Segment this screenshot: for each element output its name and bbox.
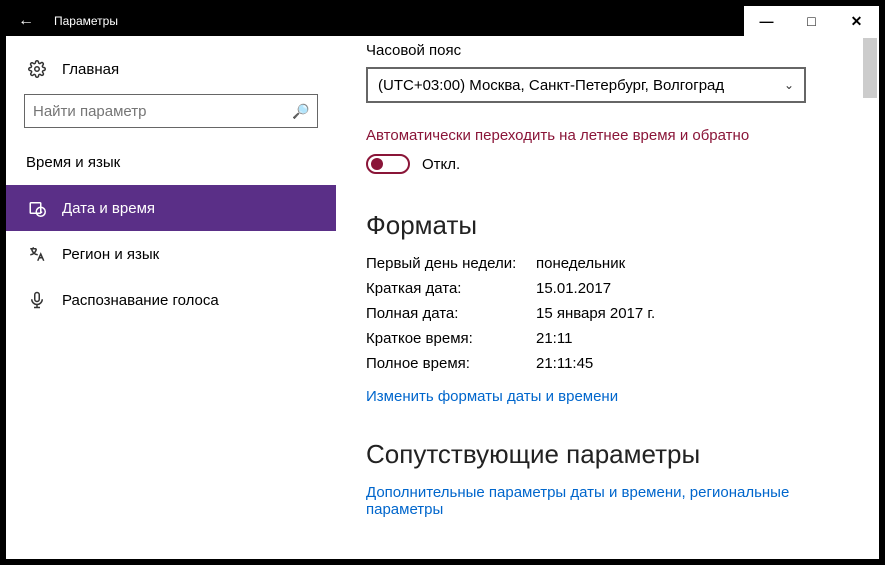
- formats-heading: Форматы: [366, 210, 849, 241]
- sidebar-item-speech[interactable]: Распознавание голоса: [6, 277, 336, 323]
- window-controls: — □ ✕: [744, 6, 879, 36]
- format-key: Полное время:: [366, 355, 536, 372]
- gear-icon: [26, 60, 48, 78]
- timezone-label: Часовой пояс: [366, 42, 849, 59]
- format-row: Краткая дата:15.01.2017: [366, 280, 849, 297]
- window-title: Параметры: [46, 14, 744, 28]
- minimize-button[interactable]: —: [744, 6, 789, 36]
- format-row: Полное время:21:11:45: [366, 355, 849, 372]
- change-formats-link[interactable]: Изменить форматы даты и времени: [366, 388, 618, 405]
- timezone-dropdown[interactable]: (UTC+03:00) Москва, Санкт-Петербург, Вол…: [366, 67, 806, 103]
- sidebar-item-date-time[interactable]: Дата и время: [6, 185, 336, 231]
- category-label: Время и язык: [6, 146, 336, 185]
- microphone-icon: [26, 291, 48, 309]
- format-row: Первый день недели:понедельник: [366, 255, 849, 272]
- sidebar-item-label: Дата и время: [62, 200, 155, 217]
- timezone-value: (UTC+03:00) Москва, Санкт-Петербург, Вол…: [378, 77, 784, 94]
- format-value: 15 января 2017 г.: [536, 305, 655, 322]
- format-row: Полная дата:15 января 2017 г.: [366, 305, 849, 322]
- search-input[interactable]: [33, 103, 292, 120]
- language-icon: [26, 245, 48, 263]
- sidebar-item-label: Регион и язык: [62, 246, 159, 263]
- format-value: 21:11:45: [536, 355, 593, 372]
- dst-state: Откл.: [422, 156, 460, 173]
- clock-calendar-icon: [26, 199, 48, 217]
- maximize-button[interactable]: □: [789, 6, 834, 36]
- back-button[interactable]: ←: [6, 12, 46, 30]
- home-label: Главная: [62, 61, 119, 78]
- additional-settings-link[interactable]: Дополнительные параметры даты и времени,…: [366, 484, 849, 518]
- chevron-down-icon: ⌄: [784, 78, 794, 92]
- format-value: 15.01.2017: [536, 280, 611, 297]
- sidebar-item-label: Распознавание голоса: [62, 292, 219, 309]
- format-key: Полная дата:: [366, 305, 536, 322]
- titlebar: ← Параметры — □ ✕: [6, 6, 879, 36]
- format-key: Краткое время:: [366, 330, 536, 347]
- format-row: Краткое время:21:11: [366, 330, 849, 347]
- format-key: Первый день недели:: [366, 255, 536, 272]
- sidebar: Главная 🔍 Время и язык Дата и время Реги…: [6, 36, 336, 559]
- home-button[interactable]: Главная: [6, 54, 336, 94]
- dst-label: Автоматически переходить на летнее время…: [366, 127, 849, 144]
- close-button[interactable]: ✕: [834, 6, 879, 36]
- related-heading: Сопутствующие параметры: [366, 439, 849, 470]
- content-pane: Часовой пояс (UTC+03:00) Москва, Санкт-П…: [336, 36, 879, 559]
- format-value: понедельник: [536, 255, 625, 272]
- toggle-knob: [371, 158, 383, 170]
- search-icon: 🔍: [292, 103, 309, 120]
- sidebar-item-region-language[interactable]: Регион и язык: [6, 231, 336, 277]
- search-box[interactable]: 🔍: [24, 94, 318, 128]
- scrollbar[interactable]: [863, 38, 877, 98]
- format-value: 21:11: [536, 330, 572, 347]
- format-key: Краткая дата:: [366, 280, 536, 297]
- dst-toggle[interactable]: [366, 154, 410, 174]
